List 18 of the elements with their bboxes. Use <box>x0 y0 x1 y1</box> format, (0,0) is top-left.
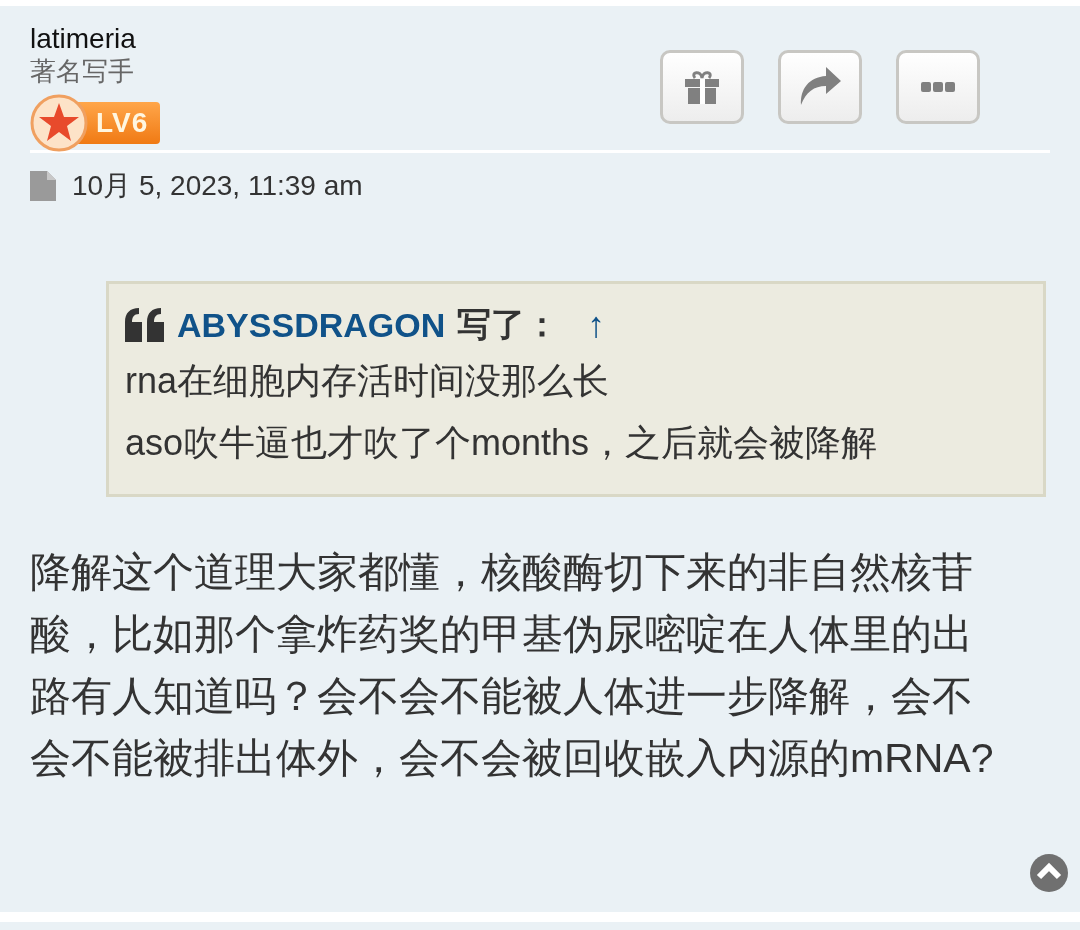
share-arrow-icon <box>798 67 842 107</box>
document-icon <box>30 171 56 201</box>
user-rank: 著名写手 <box>30 55 134 88</box>
quote-icon <box>125 308 165 342</box>
share-button[interactable] <box>778 50 862 124</box>
post-date: 10月 5, 2023, 11:39 am <box>72 169 363 203</box>
jump-to-post-link[interactable]: ↑ <box>587 304 606 346</box>
quote-text-line: aso吹牛逼也才吹了个months，之后就会被降解 <box>125 421 879 465</box>
quote-wrote-label: 写了： <box>457 304 560 345</box>
post-body: 降解这个道理大家都懂，核酸酶切下来的非自然核苷酸，比如那个拿炸药奖的甲基伪尿嘧啶在人体里的出路有人知道吗？会不会不能被人体进一步降解，会不会不能被排出体外，会不会被回收嵌入内源的mRNA? <box>30 548 995 783</box>
gift-button[interactable] <box>660 50 744 124</box>
more-icon <box>921 82 955 92</box>
quote-text-line: rna在细胞内存活时间没那么长 <box>125 359 611 403</box>
gift-icon <box>683 70 721 104</box>
back-to-top-icon[interactable] <box>1030 854 1068 892</box>
more-button[interactable] <box>896 50 980 124</box>
username[interactable]: latimeria <box>30 24 136 54</box>
quoted-author-link[interactable]: ABYSSDRAGON <box>177 305 446 345</box>
